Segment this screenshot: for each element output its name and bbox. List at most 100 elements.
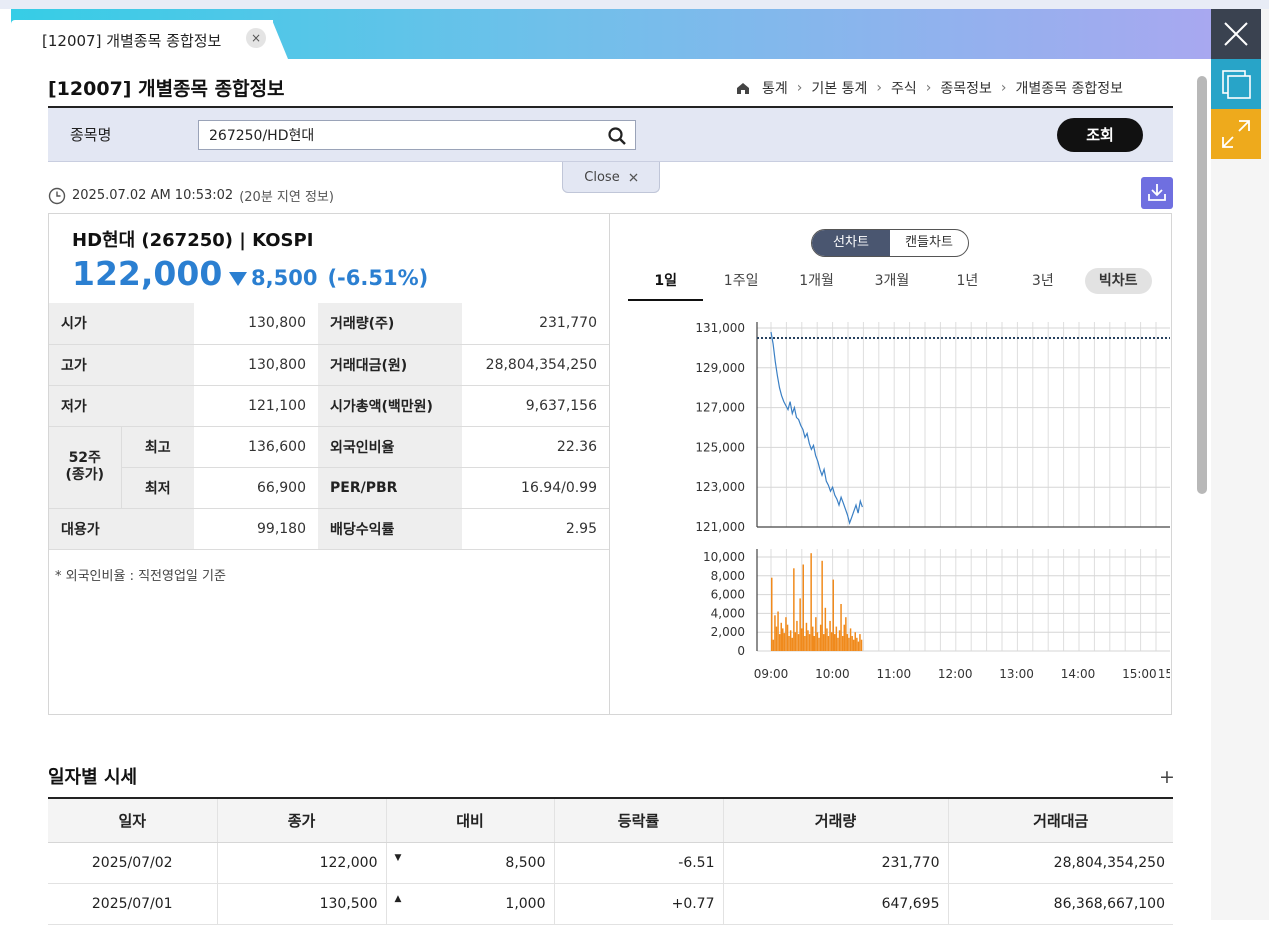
y-tick-label: 0 xyxy=(737,644,745,658)
volume-bar xyxy=(783,633,786,651)
tab-3year[interactable]: 3년 xyxy=(1005,266,1080,301)
daily-section-title: 일자별 시세 xyxy=(48,767,138,788)
volume-bar xyxy=(860,639,863,651)
tab-1month[interactable]: 1개월 xyxy=(779,266,854,301)
y-tick-label: 8,000 xyxy=(711,569,745,583)
tab-1week[interactable]: 1주일 xyxy=(703,266,778,301)
volume-bar xyxy=(845,617,847,651)
y-tick-label: 127,000 xyxy=(695,401,745,415)
volume-bar xyxy=(797,634,800,651)
download-icon[interactable] xyxy=(1141,177,1173,209)
chevron-right-icon: › xyxy=(925,80,932,96)
volume-bar xyxy=(826,628,828,651)
table-row: 최저 66,900 PER/PBR 16.94/0.99 xyxy=(49,467,609,509)
row-label: PER/PBR xyxy=(318,467,462,509)
volume-bar xyxy=(835,626,838,651)
volume-bar xyxy=(780,622,782,651)
table-row: 저가 121,100 시가총액(백만원) 9,637,156 xyxy=(49,385,609,427)
volume-bar xyxy=(854,632,856,651)
chevron-right-icon: › xyxy=(796,80,803,96)
timestamp-row: 2025.07.02 AM 10:53:02 (20분 지연 정보) xyxy=(48,186,334,205)
window-tab[interactable]: [12007] 개별종목 종합정보 × xyxy=(11,20,273,59)
cell-date: 2025/07/02 xyxy=(48,842,218,884)
volume-bar xyxy=(851,636,853,651)
line-chart-toggle[interactable]: 선차트 xyxy=(812,230,890,256)
diff-value: 8,500 xyxy=(505,854,546,871)
close-panel-button[interactable]: Close xyxy=(562,162,660,193)
intraday-chart: 131,000 129,000 127,000 125,000 123,000 121,0… xyxy=(695,321,1170,681)
cell-pct: +0.77 xyxy=(554,883,724,925)
stock-price: 122,000 xyxy=(72,254,223,293)
volume-bar xyxy=(785,617,787,651)
row-label: 시가 xyxy=(49,303,194,345)
row-label: 거래량(주) xyxy=(318,303,462,345)
volume-bar xyxy=(796,620,798,651)
row-value: 231,770 xyxy=(462,303,609,345)
scrollbar-thumb[interactable] xyxy=(1197,76,1207,494)
y-tick-label: 4,000 xyxy=(711,606,745,620)
cell-date: 2025/07/01 xyxy=(48,883,218,925)
row-value: 99,180 xyxy=(194,508,318,550)
copy-window-button[interactable] xyxy=(1211,59,1261,109)
y-tick-label: 131,000 xyxy=(695,321,745,335)
volume-bar xyxy=(802,564,804,651)
column-header: 일자 xyxy=(48,797,218,843)
volume-bar xyxy=(777,611,779,651)
expand-window-button[interactable] xyxy=(1211,109,1261,159)
volume-bar xyxy=(813,636,815,651)
volume-bar xyxy=(849,628,852,651)
breadcrumb-item[interactable]: 기본 통계 xyxy=(811,78,867,98)
chevron-right-icon: › xyxy=(876,80,882,96)
row-label: 거래대금(원) xyxy=(318,344,462,386)
week52-label: 52주 (종가) xyxy=(49,426,122,509)
volume-bar xyxy=(829,620,831,651)
page-title: [12007] 개별종목 종합정보 xyxy=(48,78,285,100)
y-tick-label: 6,000 xyxy=(711,588,745,602)
volume-bar xyxy=(812,626,814,651)
breadcrumb-item[interactable]: 종목정보 xyxy=(940,78,992,98)
home-icon[interactable] xyxy=(736,82,750,95)
row-value: 136,600 xyxy=(194,426,318,468)
volume-bar xyxy=(838,630,841,651)
volume-bar xyxy=(808,634,811,651)
breadcrumb-item[interactable]: 통계 xyxy=(762,78,788,98)
cell-diff: ▼ 8,500 xyxy=(386,842,555,884)
plus-icon[interactable]: + xyxy=(1159,766,1175,788)
big-chart-button[interactable]: 빅차트 xyxy=(1081,266,1156,301)
volume-bar xyxy=(832,579,834,651)
volume-bar xyxy=(804,636,806,651)
breadcrumb-item[interactable]: 주식 xyxy=(891,78,917,98)
volume-bar xyxy=(824,607,827,651)
triangle-down-icon xyxy=(229,271,247,286)
volume-bar xyxy=(771,577,773,651)
triangle-up-icon: ▲ xyxy=(394,893,402,904)
stock-info-panel: HD현대 (267250) | KOSPI 122,000 8,500 (-6.… xyxy=(48,213,1172,715)
close-panel-label: Close xyxy=(584,169,620,185)
candle-chart-toggle[interactable]: 캔들차트 xyxy=(890,230,968,256)
x-tick-label: 15:00 xyxy=(1122,667,1157,681)
tab-1year[interactable]: 1년 xyxy=(930,266,1005,301)
volume-bar xyxy=(778,634,781,651)
cell-pct: -6.51 xyxy=(554,842,724,884)
volume-bar xyxy=(800,628,803,651)
column-header: 등락률 xyxy=(554,797,724,843)
timestamp: 2025.07.02 AM 10:53:02 xyxy=(72,188,234,203)
expand-icon xyxy=(1222,120,1250,148)
search-input[interactable] xyxy=(209,125,589,145)
column-header: 대비 xyxy=(386,797,555,843)
tab-3month[interactable]: 3개월 xyxy=(854,266,929,301)
tab-1day[interactable]: 1일 xyxy=(628,266,704,301)
volume-bar xyxy=(774,615,776,651)
tab-close-icon[interactable]: × xyxy=(246,28,266,48)
search-box[interactable] xyxy=(198,120,636,150)
breadcrumb-item[interactable]: 개별종목 종합정보 xyxy=(1015,78,1123,98)
volume-bar xyxy=(848,637,850,651)
search-button[interactable]: 조회 xyxy=(1057,118,1143,152)
search-icon[interactable] xyxy=(607,126,627,146)
close-window-button[interactable] xyxy=(1211,9,1261,59)
row-value: 130,800 xyxy=(194,303,318,345)
table-row: 2025/07/02 122,000 ▼ 8,500 -6.51 231,770 … xyxy=(48,842,1173,884)
copy-icon xyxy=(1222,70,1251,99)
right-sidebar xyxy=(1211,9,1269,920)
volume-bar xyxy=(827,636,830,651)
